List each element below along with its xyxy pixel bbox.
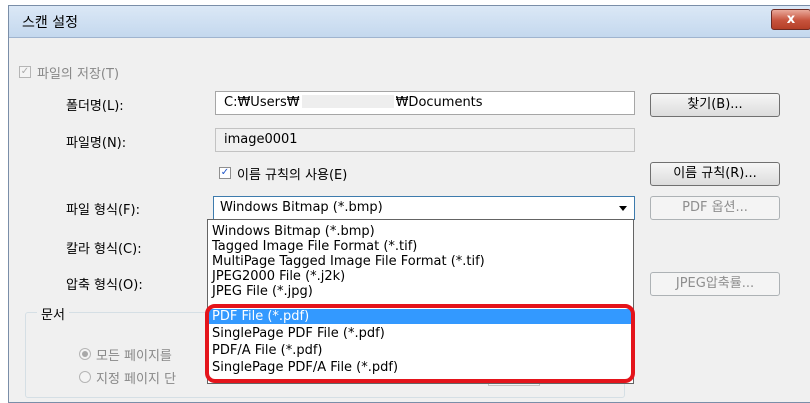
naming-rule-checkbox[interactable]: ✓ <box>219 167 231 179</box>
save-file-checkbox[interactable]: ✓ <box>19 66 31 78</box>
color-format-label: 칼라 형식(C): <box>66 242 142 257</box>
naming-rule-label: 이름 규칙의 사용(E) <box>237 168 348 183</box>
format-option-j2k[interactable]: JPEG2000 File (*.j2k) <box>209 269 632 284</box>
folder-path-input[interactable]: C:₩Users₩ ₩Documents <box>215 91 635 115</box>
pdf-options-button[interactable]: PDF 옵션... <box>650 196 780 220</box>
naming-rule-button[interactable]: 이름 규칙(R)... <box>650 162 780 186</box>
format-option-bmp[interactable]: Windows Bitmap (*.bmp) <box>209 224 632 239</box>
close-button[interactable]: x <box>771 9 810 30</box>
file-format-select[interactable]: Windows Bitmap (*.bmp) <box>213 196 635 220</box>
jpeg-compression-button[interactable]: JPEG압축률... <box>650 272 780 296</box>
specific-pages-radio[interactable] <box>79 371 91 383</box>
window-title: 스캔 설정 <box>22 15 78 31</box>
all-pages-radio[interactable] <box>79 348 91 360</box>
title-bar: 스캔 설정 x <box>9 6 810 38</box>
folder-path-value: C:₩Users₩ <box>224 95 300 110</box>
browse-button[interactable]: 찾기(B)... <box>650 93 780 117</box>
filename-label: 파일명(N): <box>66 136 127 151</box>
redacted-username <box>301 95 394 108</box>
save-file-label: 파일의 저장(T) <box>37 67 120 82</box>
pdf-options-highlight-box <box>205 304 635 383</box>
specific-pages-label: 지정 페이지 단 <box>96 372 177 387</box>
format-option-multipage-tif[interactable]: MultiPage Tagged Image File Format (*.ti… <box>209 254 632 269</box>
filename-input[interactable]: image0001 <box>215 128 635 152</box>
document-group-title: 문서 <box>37 304 69 323</box>
folder-path-tail: ₩Documents <box>395 95 483 110</box>
file-format-label: 파일 형식(F): <box>66 203 140 218</box>
format-option-tif[interactable]: Tagged Image File Format (*.tif) <box>209 239 632 254</box>
format-option-jpg[interactable]: JPEG File (*.jpg) <box>209 284 632 299</box>
all-pages-label: 모든 페이지를 <box>96 349 172 364</box>
file-format-selected: Windows Bitmap (*.bmp) <box>220 200 383 215</box>
chevron-down-icon <box>619 206 627 211</box>
compression-label: 압축 형식(O): <box>66 278 143 293</box>
folder-label: 폴더명(L): <box>66 99 124 114</box>
